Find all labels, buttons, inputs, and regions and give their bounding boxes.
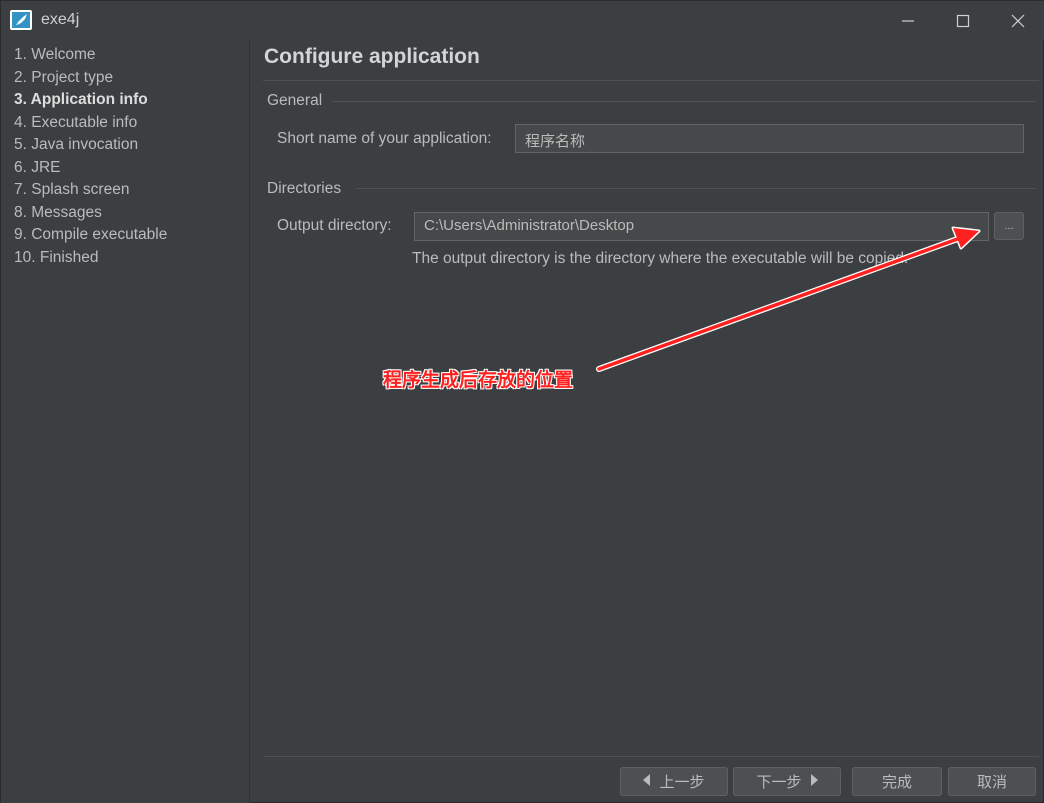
sidebar-item-executable-info[interactable]: 4. Executable info bbox=[14, 114, 137, 132]
sidebar-item-jre[interactable]: 6. JRE bbox=[14, 159, 61, 177]
page-title: Configure application bbox=[264, 45, 480, 68]
close-button[interactable] bbox=[991, 1, 1044, 40]
finish-button[interactable]: 完成 bbox=[852, 767, 942, 796]
triangle-left-icon bbox=[643, 773, 651, 790]
triangle-right-icon bbox=[810, 773, 818, 790]
sidebar-item-splash-screen[interactable]: 7. Splash screen bbox=[14, 181, 129, 199]
browse-button-label: ... bbox=[1004, 220, 1014, 232]
sidebar-item-application-info[interactable]: 3. Application info bbox=[14, 91, 148, 109]
next-button-label: 下一步 bbox=[756, 774, 802, 791]
back-button-label: 上一步 bbox=[659, 774, 705, 791]
next-button[interactable]: 下一步 bbox=[733, 767, 841, 796]
sidebar-item-messages[interactable]: 8. Messages bbox=[14, 204, 102, 222]
minimize-button[interactable] bbox=[881, 1, 935, 40]
output-directory-label: Output directory: bbox=[277, 217, 392, 234]
sidebar-divider bbox=[249, 40, 250, 803]
cancel-button[interactable]: 取消 bbox=[948, 767, 1036, 796]
exe4j-window: exe4j 1. Welcome 2. Project type 3. Appl… bbox=[0, 0, 1044, 803]
directories-section-rule bbox=[356, 188, 1036, 189]
rocket-app-icon bbox=[10, 10, 32, 30]
sidebar-item-compile-executable[interactable]: 9. Compile executable bbox=[14, 226, 167, 244]
title-bar[interactable]: exe4j bbox=[1, 1, 1044, 40]
sidebar-item-finished[interactable]: 10. Finished bbox=[14, 249, 98, 267]
finish-button-label: 完成 bbox=[881, 774, 912, 791]
maximize-button[interactable] bbox=[936, 1, 990, 40]
button-bar-divider bbox=[263, 756, 1039, 757]
short-name-label: Short name of your application: bbox=[277, 130, 492, 147]
directories-section-heading: Directories bbox=[267, 180, 342, 197]
window-title: exe4j bbox=[41, 11, 80, 28]
sidebar-item-java-invocation[interactable]: 5. Java invocation bbox=[14, 136, 138, 154]
cancel-button-label: 取消 bbox=[976, 774, 1007, 791]
annotation-label: 程序生成后存放的位置 bbox=[383, 369, 574, 391]
title-divider bbox=[263, 80, 1039, 81]
wizard-steps-sidebar: 1. Welcome 2. Project type 3. Applicatio… bbox=[1, 40, 249, 803]
short-name-input[interactable]: 程序名称 bbox=[515, 124, 1024, 153]
general-section-heading: General bbox=[267, 92, 323, 109]
output-directory-hint: The output directory is the directory wh… bbox=[412, 250, 909, 267]
browse-button[interactable]: ... bbox=[994, 212, 1024, 240]
sidebar-item-welcome[interactable]: 1. Welcome bbox=[14, 46, 96, 64]
back-button[interactable]: 上一步 bbox=[620, 767, 728, 796]
sidebar-item-project-type[interactable]: 2. Project type bbox=[14, 69, 113, 87]
output-directory-input[interactable]: C:\Users\Administrator\Desktop bbox=[414, 212, 989, 241]
general-section-rule bbox=[332, 101, 1036, 102]
